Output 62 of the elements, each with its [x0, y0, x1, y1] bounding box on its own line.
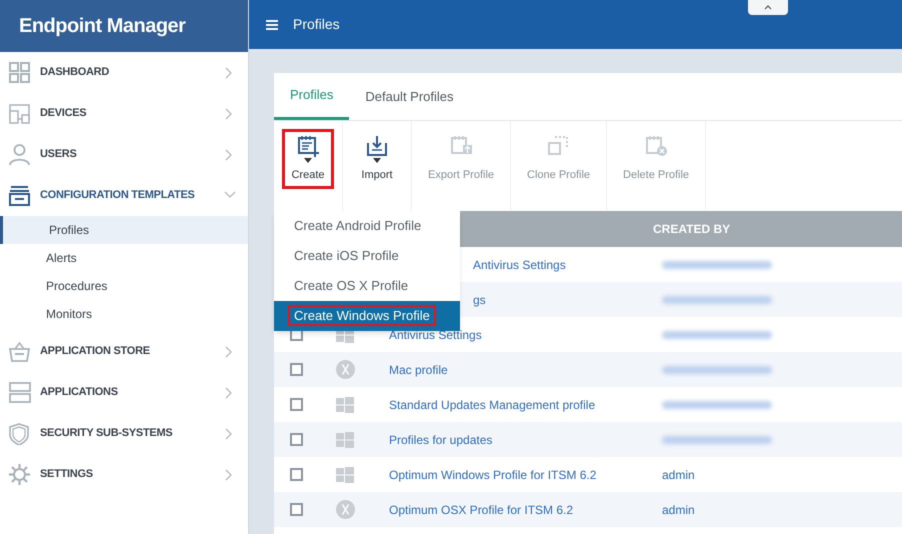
menu-item[interactable]: Create iOS Profile — [274, 241, 460, 271]
profile-link[interactable]: Optimum OSX Profile for ITSM 6.2 — [389, 502, 574, 516]
page-title: Profiles — [293, 15, 340, 34]
basket-icon — [9, 340, 31, 362]
menu-item[interactable]: Create OS X Profile — [274, 271, 460, 301]
collapse-button[interactable] — [748, 0, 788, 15]
tray-icon — [9, 184, 31, 206]
menu-item[interactable]: Create Android Profile — [274, 211, 460, 241]
caret-down-icon — [373, 158, 381, 163]
x-circle-icon — [336, 360, 354, 379]
app-title: Endpoint Manager — [19, 14, 186, 39]
checkbox[interactable] — [290, 503, 303, 516]
checkbox[interactable] — [290, 363, 303, 376]
toolbar-button: Clone Profile — [521, 131, 596, 186]
toolbar-button[interactable]: Import — [353, 131, 401, 186]
checkbox[interactable] — [290, 398, 303, 411]
grid-icon — [9, 62, 31, 84]
checkbox[interactable] — [290, 433, 303, 446]
windows-icon — [336, 396, 354, 412]
windows-icon — [336, 466, 354, 482]
table-cell: admin — [662, 468, 695, 482]
caret-down-icon — [304, 158, 312, 163]
toolbar-button: Delete Profile — [617, 131, 696, 186]
checkbox[interactable] — [290, 468, 303, 481]
server-icon — [9, 382, 31, 404]
nav-label: SECURITY SUB-SYSTEMS — [40, 426, 174, 442]
toolbar-button: Export Profile — [422, 131, 500, 186]
menu-icon[interactable] — [266, 20, 278, 30]
profile-link[interactable]: Optimum Windows Profile for ITSM 6.2 — [389, 468, 596, 482]
shield-icon — [9, 422, 31, 444]
profile-link[interactable]: Standard Updates Management profile — [389, 398, 596, 412]
caret-up-icon — [764, 5, 772, 10]
submenu-item[interactable]: Alerts — [0, 244, 248, 272]
devices-icon — [9, 102, 31, 124]
nav-label: USERS — [40, 147, 78, 162]
submenu-item[interactable]: Procedures — [0, 272, 248, 300]
nav-label: APPLICATIONS — [40, 385, 119, 400]
nav-label: DEVICES — [40, 106, 88, 122]
windows-icon — [336, 432, 354, 448]
profile-link[interactable]: Profiles for updates — [389, 432, 492, 446]
toolbar-button[interactable]: Create — [284, 131, 332, 186]
submenu-item[interactable]: Monitors — [0, 300, 248, 328]
nav-label: DASHBOARD — [40, 65, 110, 80]
nav-label: APPLICATION STORE — [40, 344, 151, 360]
tray-download-icon — [366, 135, 388, 158]
clipboard-plus-icon — [296, 135, 320, 158]
clipboard-delete-icon — [644, 135, 668, 158]
gear-icon — [9, 464, 31, 486]
menu-item[interactable]: Create Windows Profile — [274, 301, 460, 331]
clone-icon — [547, 135, 570, 158]
profile-link[interactable]: Antivirus Settings — [473, 258, 566, 272]
user-icon — [9, 144, 31, 166]
table-cell: admin — [662, 502, 695, 516]
nav-label: CONFIGURATION TEMPLATES — [40, 188, 196, 204]
column-header: CREATED BY — [653, 221, 730, 238]
submenu-item[interactable]: Profiles — [0, 216, 248, 244]
profile-link[interactable]: Mac profile — [389, 362, 448, 376]
tab[interactable]: Profiles — [274, 73, 350, 120]
nav-label: SETTINGS — [40, 467, 94, 482]
tab[interactable]: Default Profiles — [349, 73, 470, 120]
x-circle-icon — [336, 500, 354, 519]
profile-link[interactable]: gs — [473, 292, 486, 306]
